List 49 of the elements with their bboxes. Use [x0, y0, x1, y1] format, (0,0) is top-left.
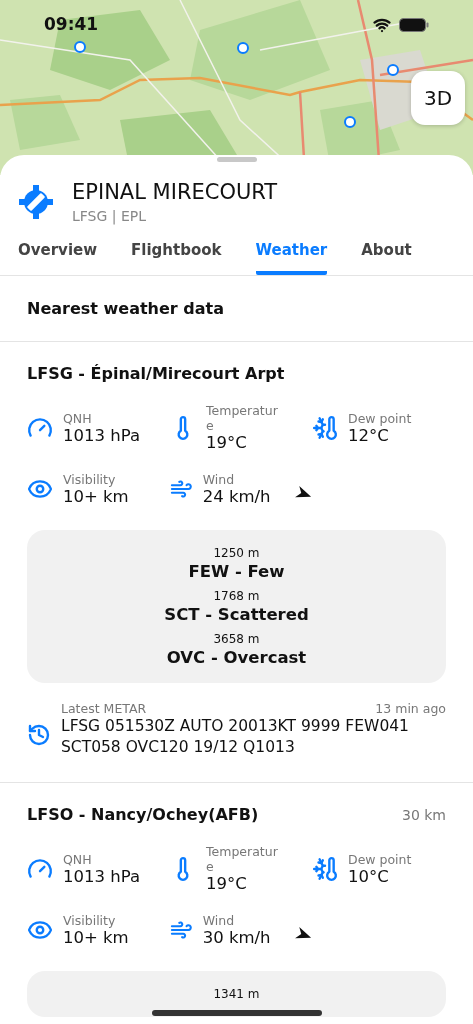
metric-label: Dew point — [348, 410, 412, 426]
battery-icon — [399, 18, 429, 32]
metric-value: 12°C — [348, 425, 389, 445]
wifi-icon — [373, 16, 391, 34]
airport-codes: LFSG | EPL — [72, 208, 148, 224]
airport-icon — [18, 184, 54, 220]
metric-value: 10+ km — [63, 928, 129, 947]
metric-label: Wind — [202, 472, 236, 487]
station-name: LFSO - Nancy/Ochey(AFB) — [27, 805, 259, 824]
cloud-altitude: 3658 m — [213, 632, 260, 646]
metric-value: 24 km/h — [202, 487, 271, 506]
cloud-altitude: 1250 m — [213, 546, 260, 560]
metar-age: 13 min ago — [375, 701, 446, 716]
cloud-layer: OVC - Overcast — [166, 648, 307, 667]
dew-point-icon — [312, 855, 338, 882]
metric-label: Dew point — [348, 851, 412, 867]
metric-label: Visibility — [63, 472, 117, 487]
sheet-handle[interactable] — [216, 157, 257, 162]
station-name: LFSG - Épinal/Mirecourt Arpt — [27, 364, 285, 383]
metric-label: QNH — [63, 851, 93, 867]
metric-label: Wind — [202, 913, 236, 928]
metric-value: 10+ km — [63, 487, 129, 506]
cloud-altitude: 1768 m — [213, 589, 260, 603]
metric-label: QNH — [63, 410, 93, 426]
station-distance: 30 km — [402, 806, 446, 823]
cloud-layer: FEW - Few — [188, 562, 285, 581]
metric-value: 1013 hPa — [63, 866, 140, 886]
tab[interactable]: Overview — [18, 241, 98, 275]
metric-label: Visibility — [63, 913, 117, 928]
metric-value: 30 km/h — [202, 928, 271, 947]
airport-name: EPINAL MIRECOURT — [72, 180, 278, 204]
metric-value: 1013 hPa — [63, 425, 140, 445]
3d-view-button[interactable]: 3D — [411, 71, 465, 125]
section-title: Nearest weather data — [0, 276, 473, 342]
dew-point-icon — [312, 414, 338, 441]
metric-label: Temperature — [206, 844, 278, 874]
cloud-layer: SCT - Scattered — [164, 605, 309, 624]
cloud-altitude: 1341 m — [213, 987, 260, 1001]
tab[interactable]: Flightbook — [131, 241, 222, 275]
status-time: 09:41 — [44, 14, 99, 34]
metar-label: Latest METAR — [61, 701, 147, 716]
history-icon — [27, 723, 51, 747]
metric-value: 19°C — [206, 874, 248, 893]
metric-label: Temperature — [206, 403, 278, 433]
metric-value: 10°C — [348, 866, 389, 886]
tab[interactable]: Weather — [255, 241, 328, 275]
metric-value: 19°C — [206, 433, 248, 452]
metar-text: LFSG 051530Z AUTO 20013KT 9999 FEW041 SCT058 OVC120 19/12 Q1013 — [61, 716, 410, 758]
tab[interactable]: About — [361, 241, 412, 275]
